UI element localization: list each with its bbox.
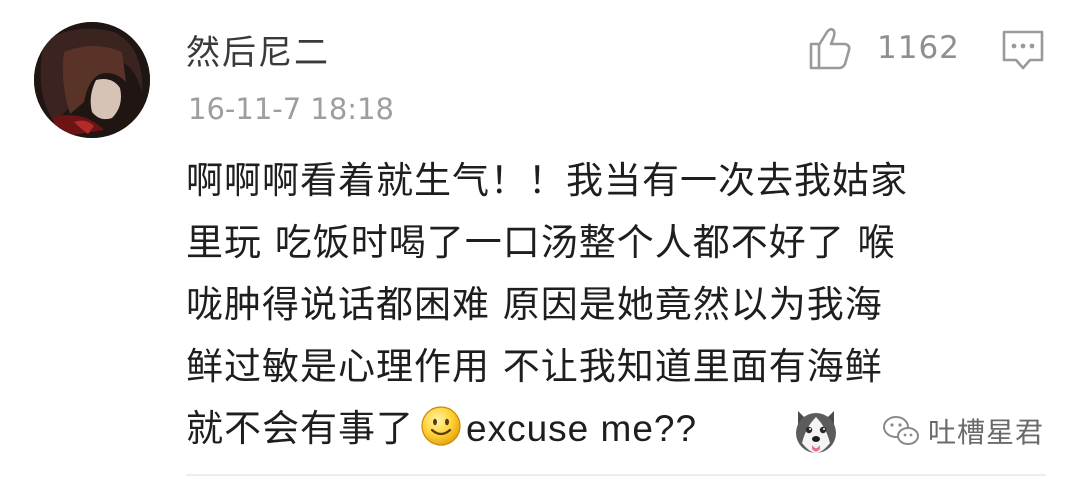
comment-line: 咙肿得说话都困难 原因是她竟然以为我海 [186,283,883,326]
comment-card: 然后尼二 16-11-7 18:18 1162 啊啊啊看着就生气！！我当有一次去… [0,0,1080,482]
comment-line: 鲜过敏是心理作用 不让我知道里面有海鲜 [186,345,883,388]
comment-line: 啊啊啊看着就生气！！我当有一次去我姑家 [186,159,908,202]
watermark: 吐槽星君 [790,404,1060,458]
timestamp: 16-11-7 18:18 [188,92,394,126]
wechat-icon [883,416,919,445]
avatar-image [34,22,150,138]
comment-line: 里玩 吃饭时喝了一口汤整个人都不好了 喉 [186,221,896,264]
thumbs-up-icon [809,27,851,70]
husky-emoji-icon [796,411,836,453]
divider [186,474,1046,476]
comment-text-after-emoji: excuse me?? [466,408,698,449]
like-count: 1162 [877,30,960,66]
watermark-text: 吐槽星君 [928,416,1045,449]
like-button[interactable]: 1162 [805,22,965,74]
reply-comment-icon [1002,30,1044,70]
reply-button[interactable] [1000,28,1046,72]
comment-text-before-emoji: 就不会有事了 [186,407,414,450]
username[interactable]: 然后尼二 [186,28,330,78]
smile-emoji-icon [420,405,462,447]
avatar[interactable] [34,22,150,138]
